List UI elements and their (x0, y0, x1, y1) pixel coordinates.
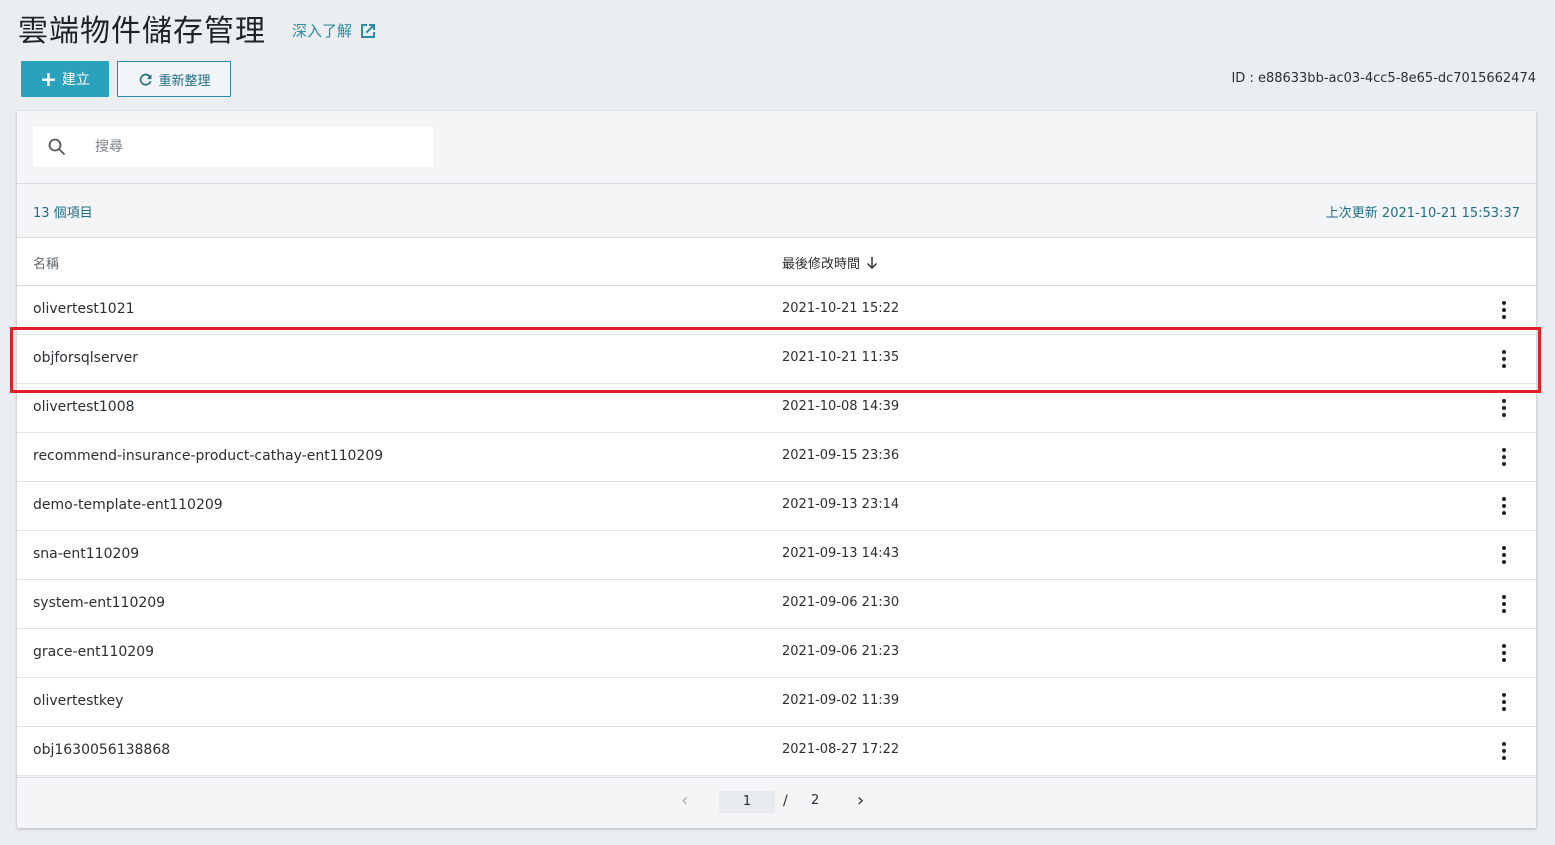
table-row[interactable]: demo-template-ent110209 2021-09-13 23:14 (17, 482, 1536, 531)
bucket-name[interactable]: demo-template-ent110209 (33, 497, 223, 513)
page-separator: / (783, 793, 788, 809)
bucket-name[interactable]: grace-ent110209 (33, 644, 154, 660)
chevron-left-icon[interactable]: ‹ (681, 790, 688, 811)
modified-time: 2021-10-21 11:35 (782, 350, 900, 365)
table-row[interactable]: objforsqlserver 2021-10-21 11:35 (17, 335, 1536, 384)
bucket-list-panel: 13 個項目 上次更新 2021-10-21 15:53:37 名稱 最後修改時… (17, 111, 1536, 828)
more-options-icon[interactable] (1494, 494, 1514, 518)
modified-time: 2021-08-27 17:22 (782, 742, 900, 757)
table-row[interactable]: recommend-insurance-product-cathay-ent11… (17, 433, 1536, 482)
learn-more-link[interactable]: 深入了解 (292, 20, 378, 41)
modified-time: 2021-09-13 14:43 (782, 546, 900, 561)
refresh-icon (140, 73, 152, 86)
more-options-icon[interactable] (1494, 445, 1514, 469)
learn-more-label: 深入了解 (292, 22, 353, 40)
page-title: 雲端物件儲存管理 (18, 14, 266, 49)
table-row[interactable]: obj1630056138868 2021-08-27 17:22 (17, 727, 1536, 776)
create-button-label: 建立 (61, 72, 90, 88)
search-icon (48, 138, 65, 155)
search-input[interactable] (93, 138, 397, 156)
modified-time: 2021-10-08 14:39 (782, 399, 900, 414)
bucket-name[interactable]: olivertest1021 (33, 301, 135, 317)
bucket-table: 名稱 最後修改時間 olivertest1021 2021-10-21 15:2… (17, 237, 1536, 776)
bucket-name[interactable]: objforsqlserver (33, 350, 138, 366)
table-row[interactable]: olivertestkey 2021-09-02 11:39 (17, 678, 1536, 727)
bucket-name[interactable]: system-ent110209 (33, 595, 165, 611)
bucket-name[interactable]: olivertest1008 (33, 399, 135, 415)
table-row[interactable]: olivertest1008 2021-10-08 14:39 (17, 384, 1536, 433)
table-row[interactable]: grace-ent110209 2021-09-06 21:23 (17, 629, 1536, 678)
column-header-modified[interactable]: 最後修改時間 (782, 253, 878, 272)
storage-id: ID : e88633bb-ac03-4cc5-8e65-dc701566247… (1231, 71, 1536, 86)
search-box[interactable] (33, 127, 433, 167)
modified-time: 2021-09-06 21:30 (782, 595, 900, 610)
bucket-name[interactable]: recommend-insurance-product-cathay-ent11… (33, 448, 383, 464)
external-link-icon (361, 23, 376, 38)
summary-bar: 13 個項目 上次更新 2021-10-21 15:53:37 (17, 183, 1536, 237)
table-row[interactable]: sna-ent110209 2021-09-13 14:43 (17, 531, 1536, 580)
bucket-name[interactable]: obj1630056138868 (33, 742, 170, 758)
total-pages: 2 (811, 793, 820, 808)
more-options-icon[interactable] (1494, 641, 1514, 665)
item-count: 13 個項目 (33, 206, 93, 221)
more-options-icon[interactable] (1494, 298, 1514, 322)
plus-icon: + (40, 67, 57, 91)
bucket-name[interactable]: sna-ent110209 (33, 546, 139, 562)
modified-time: 2021-09-15 23:36 (782, 448, 900, 463)
chevron-right-icon[interactable]: › (857, 790, 864, 811)
modified-time: 2021-09-02 11:39 (782, 693, 900, 708)
more-options-icon[interactable] (1494, 396, 1514, 420)
refresh-button-label: 重新整理 (158, 73, 211, 89)
column-header-name[interactable]: 名稱 (33, 253, 59, 272)
modified-time: 2021-09-06 21:23 (782, 644, 900, 659)
more-options-icon[interactable] (1494, 690, 1514, 714)
more-options-icon[interactable] (1494, 543, 1514, 567)
modified-time: 2021-10-21 15:22 (782, 301, 900, 316)
more-options-icon[interactable] (1494, 739, 1514, 763)
last-update: 上次更新 2021-10-21 15:53:37 (1325, 206, 1520, 221)
current-page-input[interactable]: 1 (719, 791, 775, 813)
bucket-name[interactable]: olivertestkey (33, 693, 123, 709)
more-options-icon[interactable] (1494, 592, 1514, 616)
sort-down-icon (866, 256, 878, 269)
table-header: 名稱 最後修改時間 (17, 237, 1536, 286)
modified-time: 2021-09-13 23:14 (782, 497, 900, 512)
table-row[interactable]: system-ent110209 2021-09-06 21:30 (17, 580, 1536, 629)
pagination: ‹ 1 / 2 › (17, 777, 1536, 828)
table-row[interactable]: olivertest1021 2021-10-21 15:22 (17, 286, 1536, 335)
column-header-modified-label: 最後修改時間 (782, 257, 861, 272)
refresh-button[interactable]: 重新整理 (117, 61, 231, 97)
create-button[interactable]: + 建立 (21, 61, 109, 97)
more-options-icon[interactable] (1494, 347, 1514, 371)
